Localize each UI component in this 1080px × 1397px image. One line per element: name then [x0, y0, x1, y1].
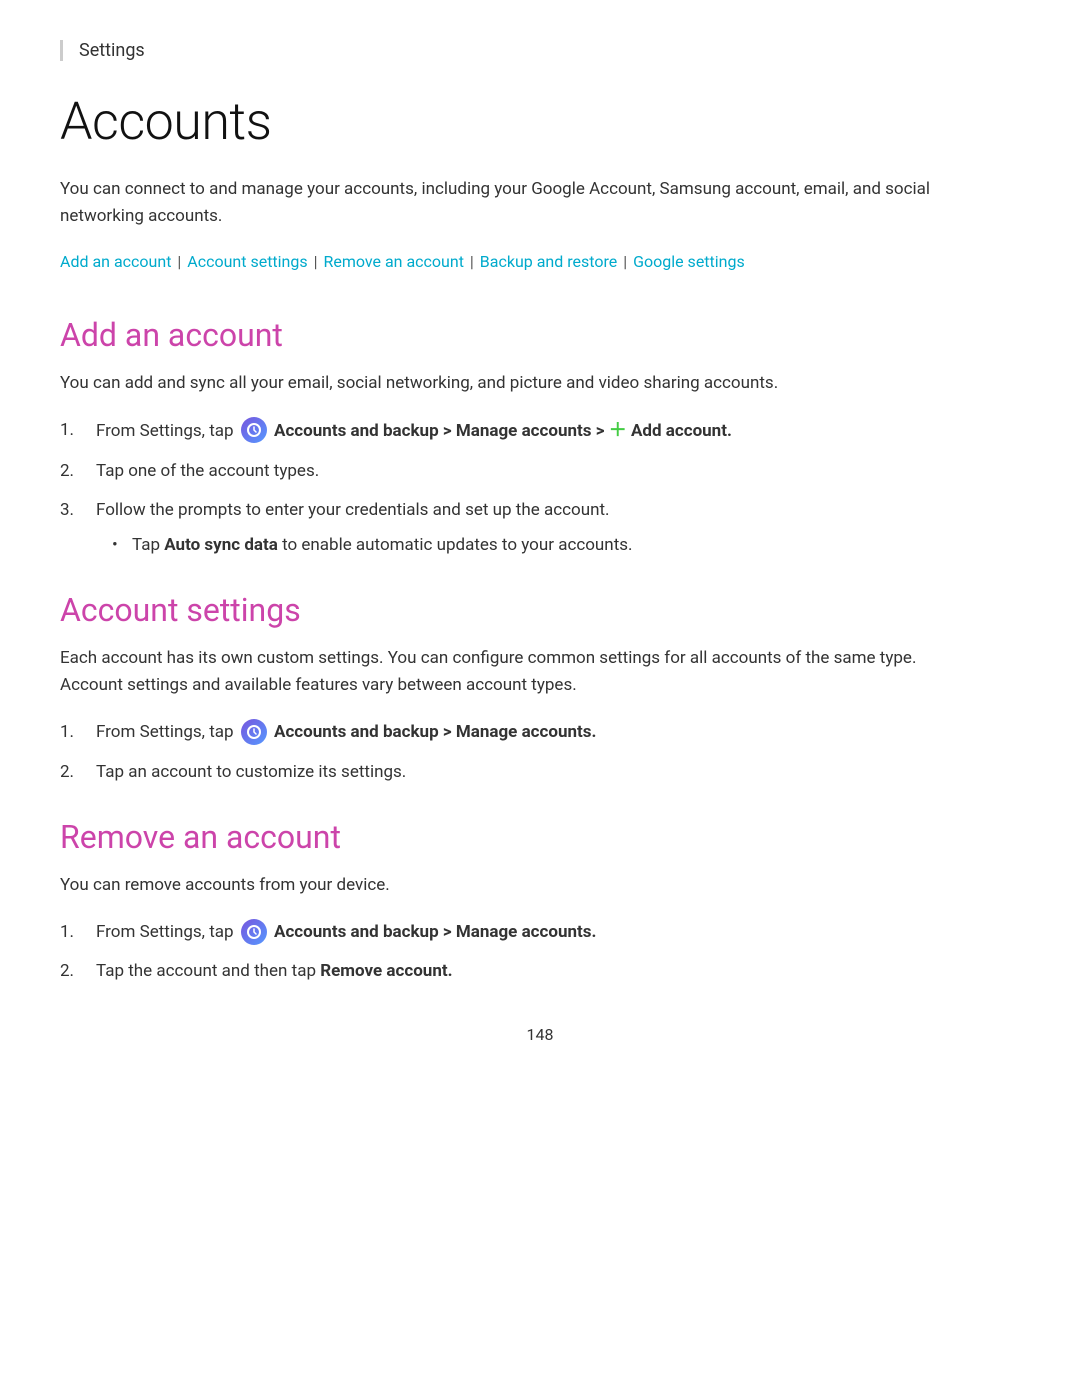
bullet-bold: Auto sync data — [164, 535, 278, 555]
bullet-auto-sync: Tap Auto sync data to enable automatic u… — [96, 532, 1020, 559]
step-num-2-ra: 2. — [60, 958, 74, 985]
section-title-remove-account: Remove an account — [60, 818, 1020, 856]
step-2-account-settings: 2. Tap an account to customize its setti… — [60, 759, 1020, 786]
page-number: 148 — [60, 1025, 1020, 1074]
step-1-add-account: 1. From Settings, tap Accounts and backu… — [60, 417, 1020, 446]
separator-1: | — [177, 252, 185, 271]
breadcrumb-text: Settings — [79, 40, 145, 61]
section-account-settings: Account settings Each account has its ow… — [60, 591, 1020, 786]
step-num-3: 3. — [60, 497, 74, 524]
add-account-steps: 1. From Settings, tap Accounts and backu… — [60, 417, 1020, 559]
nav-links: Add an account | Account settings | Remo… — [60, 248, 1020, 275]
accounts-backup-icon-2 — [241, 719, 267, 745]
step2-as-text: Tap an account to customize its settings… — [96, 762, 406, 782]
plus-icon: ＋ — [609, 420, 627, 441]
nav-link-remove-account[interactable]: Remove an account — [323, 252, 463, 271]
page-intro: You can connect to and manage your accou… — [60, 176, 960, 230]
step1-ra-bold: Accounts and backup > Manage accounts. — [274, 922, 596, 942]
nav-link-account-settings[interactable]: Account settings — [187, 252, 307, 271]
separator-2: | — [314, 252, 322, 271]
step-2-add-account: 2. Tap one of the account types. — [60, 458, 1020, 485]
step-2-remove-account: 2. Tap the account and then tap Remove a… — [60, 958, 1020, 985]
step-1-account-settings: 1. From Settings, tap Accounts and backu… — [60, 719, 1020, 746]
section-remove-account: Remove an account You can remove account… — [60, 818, 1020, 986]
nav-link-google-settings[interactable]: Google settings — [633, 252, 745, 271]
nav-link-backup-restore[interactable]: Backup and restore — [480, 252, 617, 271]
section-add-account: Add an account You can add and sync all … — [60, 316, 1020, 560]
section-intro-add-account: You can add and sync all your email, soc… — [60, 370, 960, 397]
step1-bold-text: Accounts and backup > Manage accounts > — [274, 421, 609, 441]
step-1-remove-account: 1. From Settings, tap Accounts and backu… — [60, 919, 1020, 946]
bullet-text-after: to enable automatic updates to your acco… — [282, 535, 632, 555]
accounts-backup-icon-1 — [241, 417, 267, 443]
step1-text-before: From Settings, tap — [96, 421, 238, 441]
separator-4: | — [623, 252, 631, 271]
section-title-account-settings: Account settings — [60, 591, 1020, 629]
nav-link-add-account[interactable]: Add an account — [60, 252, 171, 271]
add-account-bullets: Tap Auto sync data to enable automatic u… — [96, 532, 1020, 559]
section-title-add-account: Add an account — [60, 316, 1020, 354]
breadcrumb: Settings — [60, 40, 1020, 61]
step1-ra-text-before: From Settings, tap — [96, 922, 238, 942]
step-num-1-ra: 1. — [60, 919, 74, 946]
page-number-text: 148 — [527, 1025, 554, 1044]
account-settings-steps: 1. From Settings, tap Accounts and backu… — [60, 719, 1020, 785]
bullet-text-before: Tap — [132, 535, 164, 555]
step-num-1: 1. — [60, 417, 74, 444]
step3-text: Follow the prompts to enter your credent… — [96, 500, 610, 520]
step1-as-bold: Accounts and backup > Manage accounts. — [274, 722, 596, 742]
separator-3: | — [470, 252, 478, 271]
step-num-2: 2. — [60, 458, 74, 485]
accounts-backup-icon-3 — [241, 919, 267, 945]
page-container: Settings Accounts You can connect to and… — [0, 0, 1080, 1134]
section-intro-remove-account: You can remove accounts from your device… — [60, 872, 960, 899]
step1-as-text-before: From Settings, tap — [96, 722, 238, 742]
step2-ra-text-before: Tap the account and then tap — [96, 961, 320, 981]
step2-text: Tap one of the account types. — [96, 461, 319, 481]
step2-ra-bold: Remove account. — [320, 961, 452, 981]
step1-bold-text2: Add account. — [631, 421, 732, 441]
step-num-1-as: 1. — [60, 719, 74, 746]
step-3-add-account: 3. Follow the prompts to enter your cred… — [60, 497, 1020, 559]
section-intro-account-settings: Each account has its own custom settings… — [60, 645, 960, 699]
remove-account-steps: 1. From Settings, tap Accounts and backu… — [60, 919, 1020, 985]
step-num-2-as: 2. — [60, 759, 74, 786]
page-title: Accounts — [60, 91, 1020, 152]
